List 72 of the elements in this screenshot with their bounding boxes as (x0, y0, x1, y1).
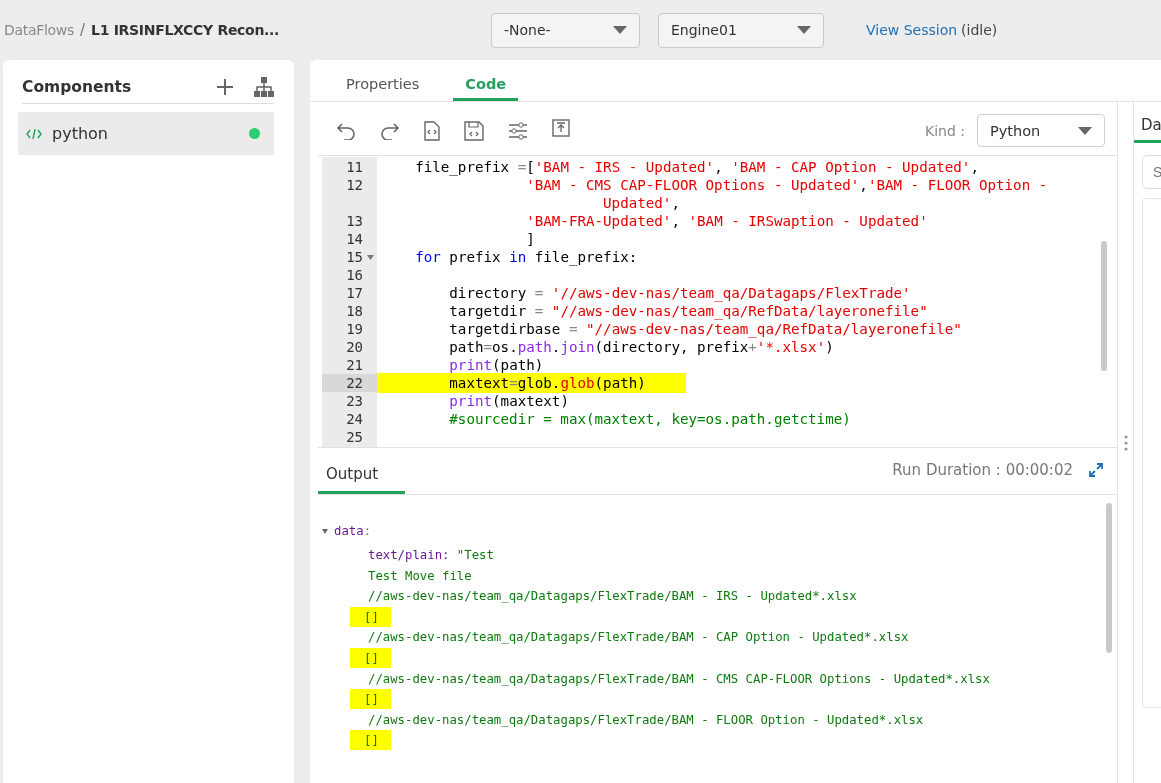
run-duration: Run Duration : 00:00:02 (892, 461, 1073, 479)
line-number: 21 (345, 356, 364, 374)
output-line: [] (322, 689, 1117, 710)
search-field[interactable]: S (1142, 155, 1161, 189)
line-number: 22 (322, 374, 377, 392)
kind-label: Kind : (925, 122, 965, 139)
line-number: 12 (345, 176, 364, 195)
output-line: [] (322, 647, 1117, 669)
line-number: 23 (345, 392, 364, 410)
code-line: #sourcedir = max(maxtext, key=os.path.getctime) (448, 410, 852, 428)
code-line: directory = '//aws-dev-nas/team_qa/Datagaps/FlexTrade' (448, 284, 912, 302)
tab[interactable]: Da (1134, 106, 1161, 143)
output-line: //aws-dev-nas/team_qa/Datagaps/FlexTrade/BAM - FLOOR Option - Updated*.xlsx (367, 711, 925, 729)
code-line: print(maxtext) (448, 392, 570, 410)
line-number: 24 (345, 410, 364, 428)
kind-dropdown[interactable]: Python (977, 114, 1105, 147)
add-icon[interactable] (216, 77, 234, 96)
undo-icon[interactable] (336, 121, 356, 140)
code-icon (26, 128, 42, 139)
code-line: Updated', (602, 194, 681, 212)
output-tab[interactable]: Output (318, 465, 405, 494)
output-line: Test Move file (367, 567, 473, 585)
line-number: 19 (345, 320, 364, 338)
output-line: [] (322, 606, 1117, 628)
code-line: 'BAM-FRA-Updated', 'BAM - IRSwaption - Updated' (525, 212, 929, 230)
output-line: //aws-dev-nas/team_qa/Datagaps/FlexTrade/BAM - CAP Option - Updated*.xlsx (367, 629, 910, 647)
settings-icon[interactable] (508, 121, 528, 140)
code-line: path=os.path.join(directory, prefix+'*.xlsx') (448, 338, 835, 356)
line-number: 15 (322, 248, 377, 266)
breadcrumb-item: L1 IRSINFLXCCY Recon... (91, 22, 280, 38)
line-number: 25 (345, 428, 364, 446)
code-line: ] (525, 230, 536, 248)
line-number: 11 (345, 158, 364, 176)
output-line: //aws-dev-nas/team_qa/Datagaps/FlexTrade/BAM - IRS - Updated*.xlsx (367, 588, 858, 606)
code-line: 'BAM - CMS CAP-FLOOR Options - Updated','BAM - FLOOR Option - (525, 176, 1049, 194)
scrollbar-thumb[interactable] (1101, 241, 1107, 371)
line-number: 17 (345, 284, 364, 302)
output-line: [] (322, 730, 1117, 751)
output-line: //aws-dev-nas/team_qa/Datagaps/FlexTrade/BAM - CMS CAP-FLOOR Options - Updated*.xlsx (367, 670, 991, 688)
tree-key: data: (334, 524, 372, 538)
session-status: (idle) (961, 22, 998, 38)
code-line: for prefix in file_prefix: (414, 248, 639, 266)
component-label: python (52, 124, 109, 143)
breadcrumb-separator: / (80, 21, 86, 39)
code-line: targetdirbase = "//aws-dev-nas/team_qa/RefData/layeronefile" (448, 320, 963, 338)
code-line: file_prefix =['BAM - IRS - Updated', 'BAM - CAP Option - Updated', (414, 158, 980, 176)
fold-icon[interactable] (367, 255, 374, 260)
line-number: 13 (345, 212, 364, 230)
collapse-icon[interactable] (322, 528, 328, 534)
dropdown[interactable]: -None- (491, 12, 640, 48)
tab[interactable]: Properties (334, 76, 432, 101)
line-number: 16 (345, 266, 364, 284)
view-session-link[interactable]: View Session (866, 22, 958, 38)
code-line: print(path) (448, 356, 545, 374)
caret-icon (1078, 126, 1092, 135)
component-item[interactable]: python (18, 112, 274, 155)
code-file-icon[interactable] (424, 120, 440, 141)
line-number: 14 (345, 230, 364, 248)
caret-icon (797, 26, 811, 34)
dropdown[interactable]: Engine01 (658, 12, 824, 48)
hierarchy-icon[interactable] (254, 76, 274, 97)
scrollbar-thumb[interactable] (1106, 503, 1112, 653)
expand-icon[interactable] (1089, 463, 1103, 477)
caret-icon (613, 26, 627, 34)
line-number: 18 (345, 302, 364, 320)
upload-icon[interactable] (552, 118, 570, 137)
output-line: text/plain: "Test (367, 547, 495, 564)
save-icon[interactable] (464, 120, 484, 141)
redo-icon[interactable] (380, 121, 400, 140)
code-line: targetdir = "//aws-dev-nas/team_qa/RefData/layeronefile" (448, 302, 929, 320)
line-number: 20 (345, 338, 364, 356)
panel-title: Components (22, 77, 133, 96)
